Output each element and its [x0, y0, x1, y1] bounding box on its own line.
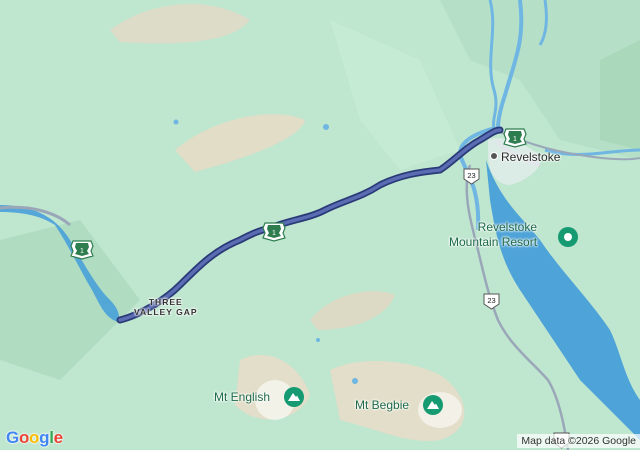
highway-1-shield: 1: [262, 222, 286, 247]
highway-23-shield: 23: [463, 168, 480, 185]
highway-23-shield: 23: [483, 293, 500, 310]
map-canvas[interactable]: 1 1 1 23 23 Revelstoke THREE VALLEY GAP …: [0, 0, 640, 450]
svg-text:1: 1: [80, 248, 84, 255]
mountain-peak-icon[interactable]: [422, 394, 444, 421]
town-dot-icon: [490, 152, 498, 160]
map-base-layer: [0, 0, 640, 450]
mountain-peak-icon[interactable]: [283, 386, 305, 413]
svg-text:1: 1: [272, 230, 276, 237]
poi-label-revelstoke-mountain-resort[interactable]: Revelstoke Mountain Resort: [449, 220, 537, 250]
peak-label-mt-begbie[interactable]: Mt Begbie: [355, 398, 409, 412]
highway-1-shield: 1: [70, 240, 94, 265]
place-label-three-valley-gap[interactable]: THREE VALLEY GAP: [134, 297, 198, 317]
svg-text:1: 1: [513, 136, 517, 143]
ski-resort-pin-icon[interactable]: [557, 226, 579, 253]
svg-text:23: 23: [487, 296, 495, 305]
google-logo: Google: [6, 428, 63, 447]
map-attribution[interactable]: Map data ©2026 Google: [517, 434, 640, 448]
svg-text:23: 23: [467, 171, 475, 180]
peak-label-mt-english[interactable]: Mt English: [214, 390, 270, 404]
place-label-revelstoke[interactable]: Revelstoke: [490, 150, 560, 164]
